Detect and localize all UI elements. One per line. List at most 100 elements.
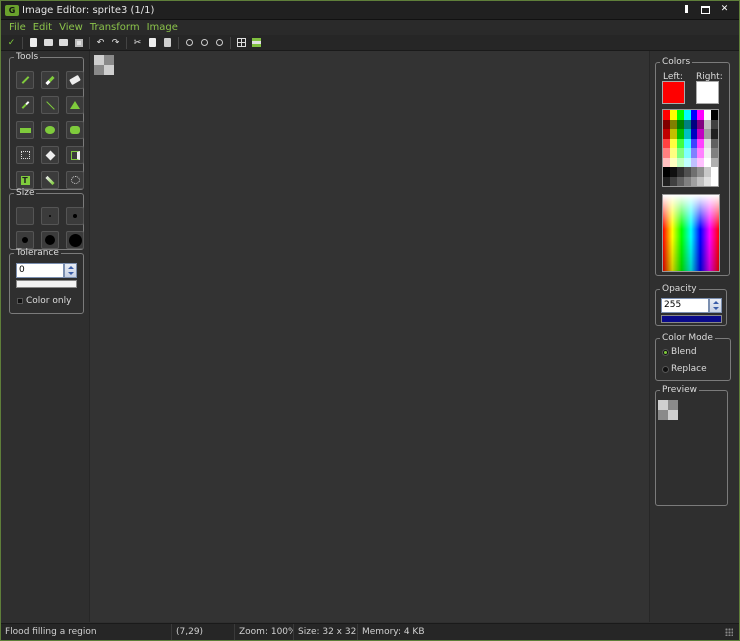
palette-swatch[interactable] (711, 129, 718, 139)
redo-icon[interactable]: ↷ (109, 37, 122, 49)
blend-radio[interactable] (662, 349, 669, 356)
palette-swatch[interactable] (697, 167, 705, 177)
palette-swatch[interactable] (704, 148, 712, 158)
zoom-out-icon[interactable] (198, 37, 211, 49)
palette-swatch[interactable] (704, 110, 712, 120)
palette-swatch[interactable] (697, 148, 705, 158)
fill-bucket-tool[interactable] (66, 96, 84, 114)
palette-swatch[interactable] (683, 129, 691, 139)
palette-swatch[interactable] (663, 110, 670, 120)
palette-swatch[interactable] (669, 110, 677, 120)
crop-tool[interactable] (66, 146, 84, 164)
palette-swatch[interactable] (711, 148, 718, 158)
palette-swatch[interactable] (690, 167, 698, 177)
palette-swatch[interactable] (663, 148, 670, 158)
palette-swatch[interactable] (683, 148, 691, 158)
palette-swatch[interactable] (669, 157, 677, 167)
opacity-input[interactable]: 255 (661, 298, 709, 313)
close-icon[interactable]: ✕ (718, 4, 731, 15)
palette-swatch[interactable] (676, 119, 684, 129)
new-icon[interactable] (27, 37, 40, 49)
lasso-tool[interactable] (66, 171, 84, 189)
palette-swatch[interactable] (690, 157, 698, 167)
palette-swatch[interactable] (711, 167, 718, 177)
palette-swatch[interactable] (669, 148, 677, 158)
open-from-icon[interactable] (57, 37, 70, 49)
strip-icon[interactable] (250, 37, 263, 49)
minimize-icon[interactable] (680, 4, 693, 15)
tolerance-input[interactable]: 0 (16, 263, 64, 278)
palette-swatch[interactable] (690, 176, 698, 186)
text-tool[interactable]: T (16, 171, 34, 189)
palette-swatch[interactable] (697, 176, 705, 186)
palette-swatch[interactable] (676, 110, 684, 120)
palette-swatch[interactable] (669, 119, 677, 129)
color-picker-tool[interactable] (16, 96, 34, 114)
color-only-checkbox[interactable] (17, 298, 23, 304)
replace-radio[interactable] (662, 366, 669, 373)
size-option-4[interactable] (16, 231, 34, 249)
palette-swatch[interactable] (711, 110, 718, 120)
resize-grip-icon[interactable] (725, 628, 733, 636)
palette-swatch[interactable] (690, 138, 698, 148)
ellipse-tool[interactable] (41, 121, 59, 139)
tolerance-slider[interactable] (16, 280, 77, 288)
menu-view[interactable]: View (59, 22, 83, 33)
open-icon[interactable] (42, 37, 55, 49)
palette-swatch[interactable] (704, 138, 712, 148)
palette-swatch[interactable] (704, 176, 712, 186)
zoom-in-icon[interactable] (183, 37, 196, 49)
tolerance-spinner[interactable] (64, 263, 77, 278)
palette-swatch[interactable] (676, 176, 684, 186)
palette-swatch[interactable] (683, 110, 691, 120)
palette-swatch[interactable] (704, 129, 712, 139)
palette-swatch[interactable] (697, 129, 705, 139)
eraser-tool[interactable] (66, 71, 84, 89)
palette-swatch[interactable] (663, 138, 670, 148)
grid-icon[interactable] (235, 37, 248, 49)
title-bar[interactable]: G Image Editor: sprite3 (1/1) ✕ (1, 1, 739, 20)
palette-swatch[interactable] (697, 119, 705, 129)
brush-tool[interactable] (41, 71, 59, 89)
left-color-swatch[interactable] (662, 81, 685, 104)
line-tool[interactable] (41, 96, 59, 114)
palette-swatch[interactable] (697, 157, 705, 167)
palette-swatch[interactable] (676, 157, 684, 167)
menu-image[interactable]: Image (147, 22, 178, 33)
undo-icon[interactable]: ↶ (94, 37, 107, 49)
size-option-5[interactable] (41, 231, 59, 249)
palette-swatch[interactable] (711, 176, 718, 186)
select-rectangle-tool[interactable] (16, 146, 34, 164)
palette-swatch[interactable] (697, 138, 705, 148)
palette-swatch[interactable] (704, 119, 712, 129)
sprite-canvas[interactable] (94, 55, 114, 75)
palette-swatch[interactable] (676, 129, 684, 139)
palette-swatch[interactable] (711, 157, 718, 167)
opacity-slider[interactable] (661, 315, 722, 323)
palette-swatch[interactable] (669, 176, 677, 186)
palette-swatch[interactable] (690, 119, 698, 129)
maximize-icon[interactable] (699, 4, 712, 15)
cut-icon[interactable]: ✂ (131, 37, 144, 49)
menu-edit[interactable]: Edit (33, 22, 52, 33)
zoom-reset-icon[interactable] (213, 37, 226, 49)
rounded-rectangle-tool[interactable] (66, 121, 84, 139)
paste-icon[interactable] (161, 37, 174, 49)
gradient-tool[interactable] (41, 171, 59, 189)
canvas-area[interactable] (89, 51, 650, 622)
size-option-2[interactable] (41, 207, 59, 225)
palette-swatch[interactable] (663, 157, 670, 167)
palette-swatch[interactable] (676, 138, 684, 148)
menu-transform[interactable]: Transform (90, 22, 140, 33)
palette-swatch[interactable] (663, 119, 670, 129)
move-tool[interactable] (41, 146, 59, 164)
palette-swatch[interactable] (711, 119, 718, 129)
palette-swatch[interactable] (663, 167, 670, 177)
apply-check-icon[interactable]: ✓ (5, 37, 18, 49)
color-spectrum[interactable] (662, 194, 720, 272)
palette-swatch[interactable] (669, 167, 677, 177)
size-option-1[interactable] (16, 207, 34, 225)
rectangle-tool[interactable] (16, 121, 34, 139)
pencil-tool[interactable] (16, 71, 34, 89)
opacity-spinner[interactable] (709, 298, 722, 313)
